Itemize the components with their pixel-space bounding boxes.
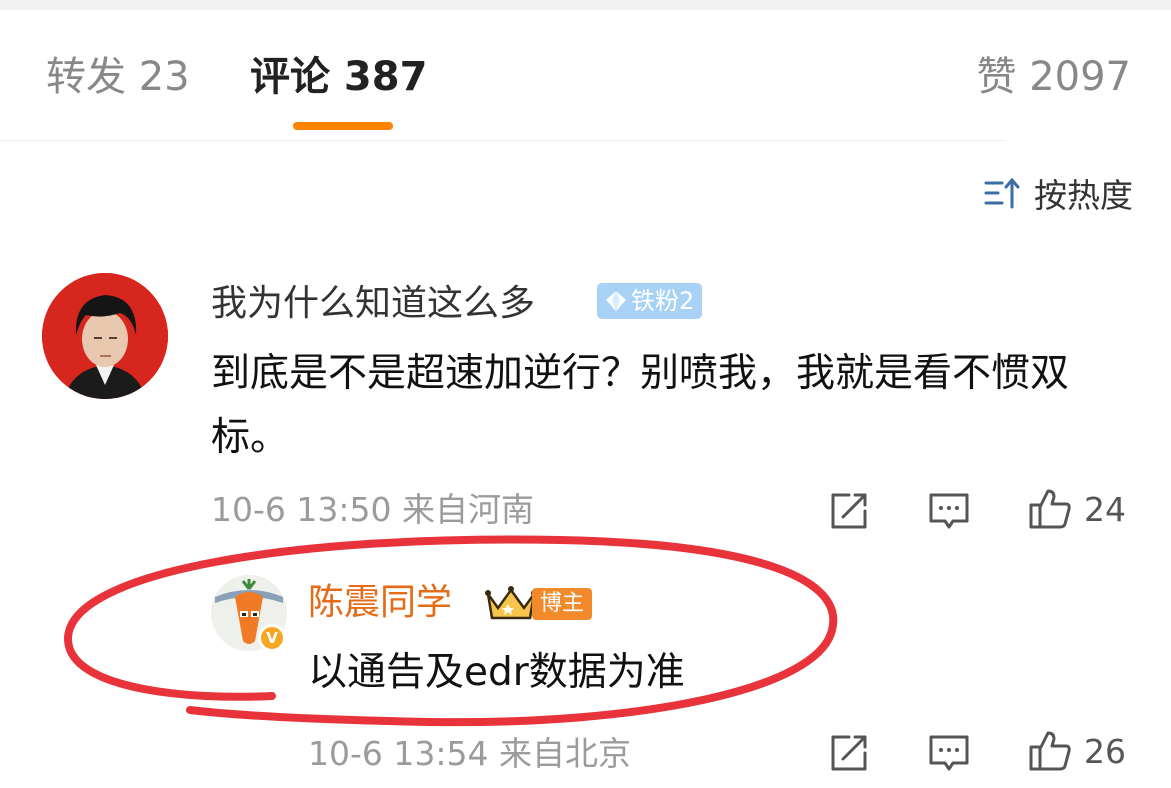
like-count: 24 xyxy=(1084,489,1126,529)
share-icon xyxy=(831,735,867,771)
share-icon xyxy=(831,493,867,529)
comment-tabs: 转发 23 评论 387 赞 2097 xyxy=(0,20,1171,140)
comment-icon xyxy=(929,735,969,771)
like-button[interactable]: 24 xyxy=(1028,487,1126,531)
share-button[interactable] xyxy=(827,489,871,533)
diamond-icon xyxy=(606,291,626,311)
comment-time: 10-6 13:50 xyxy=(211,490,392,529)
crown-icon xyxy=(485,586,537,620)
host-badge-label: 博主 xyxy=(532,588,593,620)
comment-text: 到底是不是超速加逆行？别喷我，我就是看不惯双标。 xyxy=(211,351,1070,460)
comment-meta: 10-6 13:54 来自北京 xyxy=(308,734,631,774)
sort-icon xyxy=(984,177,1020,209)
sort-button[interactable]: 按热度 xyxy=(982,170,1133,216)
thumbs-up-icon xyxy=(1029,731,1071,771)
comment-meta: 10-6 13:50 来自河南 xyxy=(211,490,534,530)
username[interactable]: 我为什么知道这么多 xyxy=(211,282,535,326)
comment-location: 来自北京 xyxy=(499,734,631,773)
tab-reposts[interactable]: 转发 23 xyxy=(46,52,190,102)
status-strip xyxy=(0,0,1171,10)
username[interactable]: 陈震同学 xyxy=(308,581,452,625)
active-tab-indicator xyxy=(293,122,393,130)
fan-badge-label: 铁粉2 xyxy=(631,287,695,315)
thumbs-up-icon xyxy=(1029,489,1071,529)
host-badge: 博主 xyxy=(484,584,593,624)
reply-button[interactable] xyxy=(927,731,971,775)
tab-likes[interactable]: 赞 2097 xyxy=(976,52,1131,102)
avatar-image xyxy=(42,273,168,399)
comment-time: 10-6 13:54 xyxy=(308,734,489,773)
like-count: 26 xyxy=(1084,731,1126,771)
like-button[interactable]: 26 xyxy=(1028,729,1126,773)
comment-text: 以通告及edr数据为准 xyxy=(308,650,685,695)
reply-button[interactable] xyxy=(927,489,971,533)
share-button[interactable] xyxy=(827,731,871,775)
sort-label: 按热度 xyxy=(1034,176,1133,215)
fan-badge: 铁粉2 xyxy=(597,283,703,319)
comment-location: 来自河南 xyxy=(402,490,534,529)
tab-comments[interactable]: 评论 387 xyxy=(250,52,427,102)
divider xyxy=(0,140,1005,141)
verified-badge: V xyxy=(258,624,286,652)
avatar[interactable] xyxy=(42,273,168,399)
comment-icon xyxy=(929,493,969,529)
